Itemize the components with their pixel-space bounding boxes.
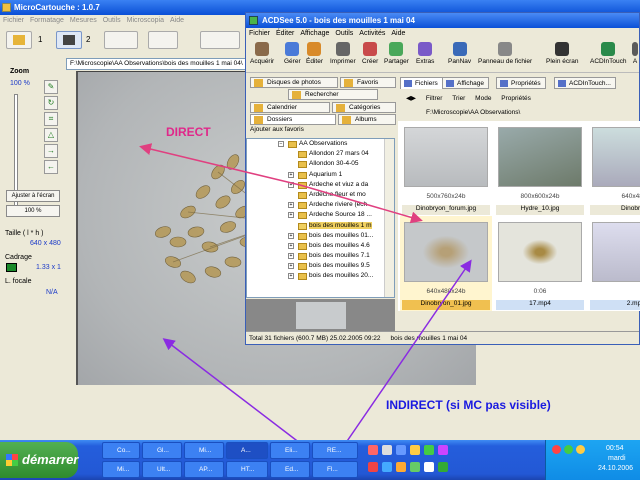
quicklaunch-icon[interactable]	[410, 445, 420, 455]
tray-icon[interactable]	[576, 445, 585, 454]
quicklaunch-icon[interactable]	[424, 445, 434, 455]
taskbar-item[interactable]: Ult...	[142, 461, 182, 478]
clock-day: mardi	[608, 455, 626, 462]
quicklaunch-icon[interactable]	[396, 445, 406, 455]
windows-logo-icon	[6, 454, 18, 466]
taskbar-item[interactable]: HT...	[226, 461, 268, 478]
start-button[interactable]: démarrer	[0, 442, 78, 478]
taskbar-item[interactable]: Mi...	[102, 461, 140, 478]
taskbar: démarrer Co... Gl... Mi... A... Eli... R…	[0, 440, 640, 480]
quicklaunch-icon[interactable]	[396, 462, 406, 472]
taskbar-item[interactable]: Gl...	[142, 442, 182, 459]
quicklaunch-icon[interactable]	[424, 462, 434, 472]
direct-arrow-left	[139, 143, 301, 186]
clock-time[interactable]: 00:54	[606, 445, 624, 452]
quicklaunch-icon[interactable]	[410, 462, 420, 472]
taskbar-item[interactable]: Ed...	[270, 461, 310, 478]
clock-date: 24.10.2006	[598, 465, 634, 472]
taskbar-item[interactable]: Eli...	[270, 442, 310, 459]
taskbar-item[interactable]: RE...	[312, 442, 358, 459]
taskbar-item-active[interactable]: A...	[226, 442, 268, 459]
quicklaunch-icon[interactable]	[368, 445, 378, 455]
quicklaunch-icon[interactable]	[438, 445, 448, 455]
system-tray: 00:54 mardi 24.10.2006	[545, 440, 640, 480]
direct-arrow-right	[299, 184, 423, 224]
taskbar-item[interactable]: Mi...	[184, 442, 224, 459]
taskbar-item[interactable]: Co...	[102, 442, 140, 459]
direct-label: DIRECT	[166, 125, 211, 139]
tray-icon[interactable]	[552, 445, 561, 454]
taskbar-item[interactable]: Fl...	[312, 461, 358, 478]
tray-icon[interactable]	[564, 445, 573, 454]
indirect-arrow-right	[329, 259, 472, 467]
quicklaunch-icon[interactable]	[382, 445, 392, 455]
quicklaunch-icon[interactable]	[382, 462, 392, 472]
indirect-label: INDIRECT (si MC pas visible)	[386, 398, 551, 412]
quicklaunch-icon[interactable]	[368, 462, 378, 472]
taskbar-item[interactable]: AP...	[184, 461, 224, 478]
quicklaunch-icon[interactable]	[438, 462, 448, 472]
